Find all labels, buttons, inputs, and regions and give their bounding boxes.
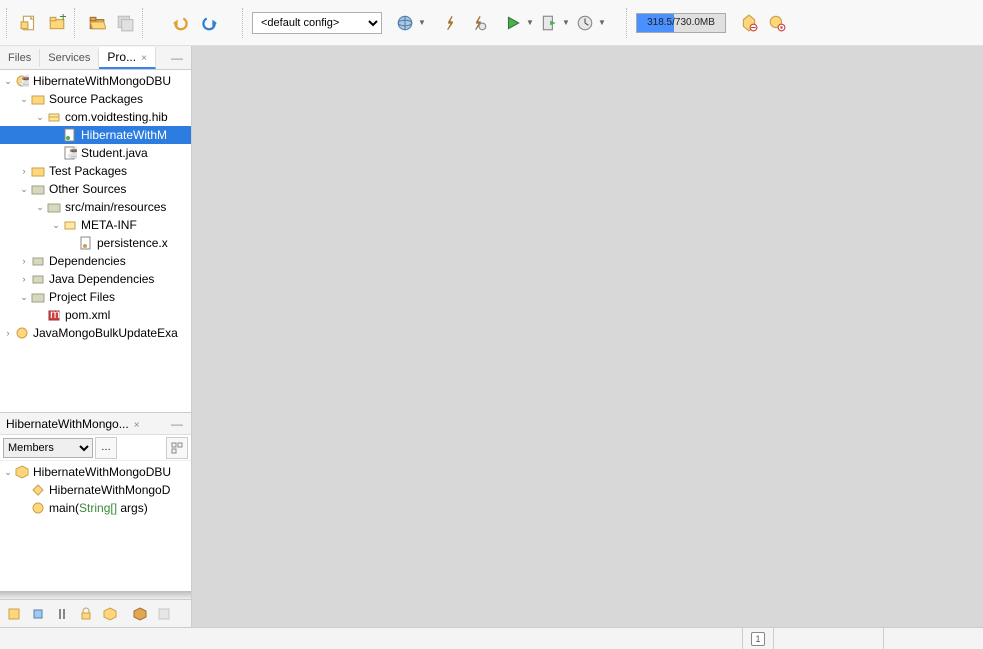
toolbar-separator xyxy=(74,8,80,38)
memory-indicator[interactable]: 318.5/730.0MB xyxy=(636,13,726,33)
expand-icon[interactable]: › xyxy=(18,166,30,176)
save-all-button[interactable] xyxy=(112,10,138,36)
notifications-button[interactable]: 1 xyxy=(742,628,773,649)
show-inherited-button[interactable] xyxy=(3,603,25,625)
toolbar-separator xyxy=(626,8,632,38)
package-folder-icon xyxy=(30,163,46,179)
xml-file-icon xyxy=(78,235,94,251)
redo-button[interactable] xyxy=(196,10,222,36)
open-project-button[interactable] xyxy=(84,10,110,36)
status-cell xyxy=(883,628,983,649)
dropdown-arrow-icon[interactable]: ▼ xyxy=(418,18,426,27)
status-bar: 1 xyxy=(0,627,983,649)
expand-icon[interactable]: ⌄ xyxy=(2,467,14,478)
show-static-button[interactable] xyxy=(51,603,73,625)
project-icon: ☕ xyxy=(14,73,30,89)
toolbar-separator xyxy=(6,8,12,38)
folder-icon xyxy=(30,181,46,197)
pause-indexing-button[interactable] xyxy=(736,10,762,36)
close-icon[interactable]: × xyxy=(134,420,140,431)
expand-icon[interactable]: › xyxy=(2,328,14,338)
toolbar-separator xyxy=(142,8,148,38)
class-icon xyxy=(14,464,30,480)
package-folder-icon xyxy=(30,91,46,107)
tab-projects[interactable]: Pro... × xyxy=(99,47,156,69)
expand-icon[interactable]: ⌄ xyxy=(34,202,46,213)
constructor-icon xyxy=(30,482,46,498)
maven-icon: m xyxy=(46,307,62,323)
status-cell xyxy=(773,628,883,649)
build-button[interactable] xyxy=(438,10,464,36)
package-icon xyxy=(46,109,62,125)
expand-icon[interactable]: ⌄ xyxy=(18,184,30,195)
run-button[interactable] xyxy=(500,10,526,36)
navigator-tab[interactable]: HibernateWithMongo... × xyxy=(0,415,146,433)
dropdown-arrow-icon[interactable]: ▼ xyxy=(562,18,570,27)
folder-icon xyxy=(46,199,62,215)
navigator-tree[interactable]: ⌄HibernateWithMongoDBU HibernateWithMong… xyxy=(0,461,191,591)
folder-icon xyxy=(30,289,46,305)
navigator-view-select[interactable]: Members xyxy=(3,438,93,458)
expand-icon[interactable]: ⌄ xyxy=(18,292,30,303)
show-inner-button[interactable] xyxy=(99,603,121,625)
minimize-icon[interactable]: — xyxy=(163,417,191,431)
method-icon xyxy=(30,500,46,516)
expand-icon[interactable]: › xyxy=(18,274,30,284)
expand-icon[interactable]: ⌄ xyxy=(34,112,46,123)
main-toolbar: + <default config> ▼ ▼ ▼ ▼ 318.5/730.0MB xyxy=(0,0,983,46)
show-fields-button[interactable] xyxy=(27,603,49,625)
dropdown-arrow-icon[interactable]: ▼ xyxy=(598,18,606,27)
project-icon xyxy=(14,325,30,341)
svg-text:+: + xyxy=(59,14,66,24)
main-area: Files Services Pro... × — ⌄ ☕ HibernateWit… xyxy=(0,46,983,627)
tab-files[interactable]: Files xyxy=(0,49,40,67)
tab-services[interactable]: Services xyxy=(40,49,99,67)
dependencies-icon xyxy=(30,271,46,287)
package-icon xyxy=(62,217,78,233)
tree-file-selected[interactable]: HibernateWithM xyxy=(0,126,191,144)
minimize-icon[interactable]: — xyxy=(163,51,191,65)
expand-icon[interactable]: ⌄ xyxy=(18,94,30,105)
debug-button[interactable] xyxy=(536,10,562,36)
project-tree[interactable]: ⌄☕HibernateWithMongoDBU ⌄Source Packages… xyxy=(0,70,191,412)
run-config-select[interactable]: <default config> xyxy=(252,12,382,34)
svg-text:m: m xyxy=(50,308,60,321)
expand-icon[interactable]: ⌄ xyxy=(50,220,62,231)
navigator-filter-button[interactable]: … xyxy=(95,437,117,459)
undo-button[interactable] xyxy=(168,10,194,36)
java-class-icon xyxy=(62,127,78,143)
navigator-settings-button[interactable] xyxy=(166,437,188,459)
filter-button[interactable] xyxy=(153,603,175,625)
toolbar-separator xyxy=(242,8,248,38)
sort-button[interactable] xyxy=(129,603,151,625)
new-project-button[interactable]: + xyxy=(44,10,70,36)
panel-divider[interactable] xyxy=(0,591,191,599)
new-file-button[interactable] xyxy=(16,10,42,36)
expand-icon[interactable]: ⌄ xyxy=(2,76,14,87)
profile-button[interactable] xyxy=(572,10,598,36)
stop-indexing-button[interactable] xyxy=(764,10,790,36)
editor-area xyxy=(192,46,983,627)
svg-text:☕: ☕ xyxy=(19,74,29,87)
dependencies-icon xyxy=(30,253,46,269)
dropdown-arrow-icon[interactable]: ▼ xyxy=(526,18,534,27)
navigator-panel: HibernateWithMongo... × — Members … ⌄Hib… xyxy=(0,412,191,627)
java-class-icon: ☕ xyxy=(62,145,78,161)
tree-file[interactable]: ☕Student.java xyxy=(0,144,191,162)
close-icon[interactable]: × xyxy=(141,53,147,64)
expand-icon[interactable]: › xyxy=(18,256,30,266)
svg-text:☕: ☕ xyxy=(67,146,77,159)
show-non-public-button[interactable] xyxy=(75,603,97,625)
project-tabs: Files Services Pro... × — xyxy=(0,46,191,70)
clean-build-button[interactable] xyxy=(466,10,492,36)
navigator-filter-bar xyxy=(0,599,191,627)
browser-button[interactable] xyxy=(392,10,418,36)
side-panel: Files Services Pro... × — ⌄ ☕ HibernateWit… xyxy=(0,46,192,627)
